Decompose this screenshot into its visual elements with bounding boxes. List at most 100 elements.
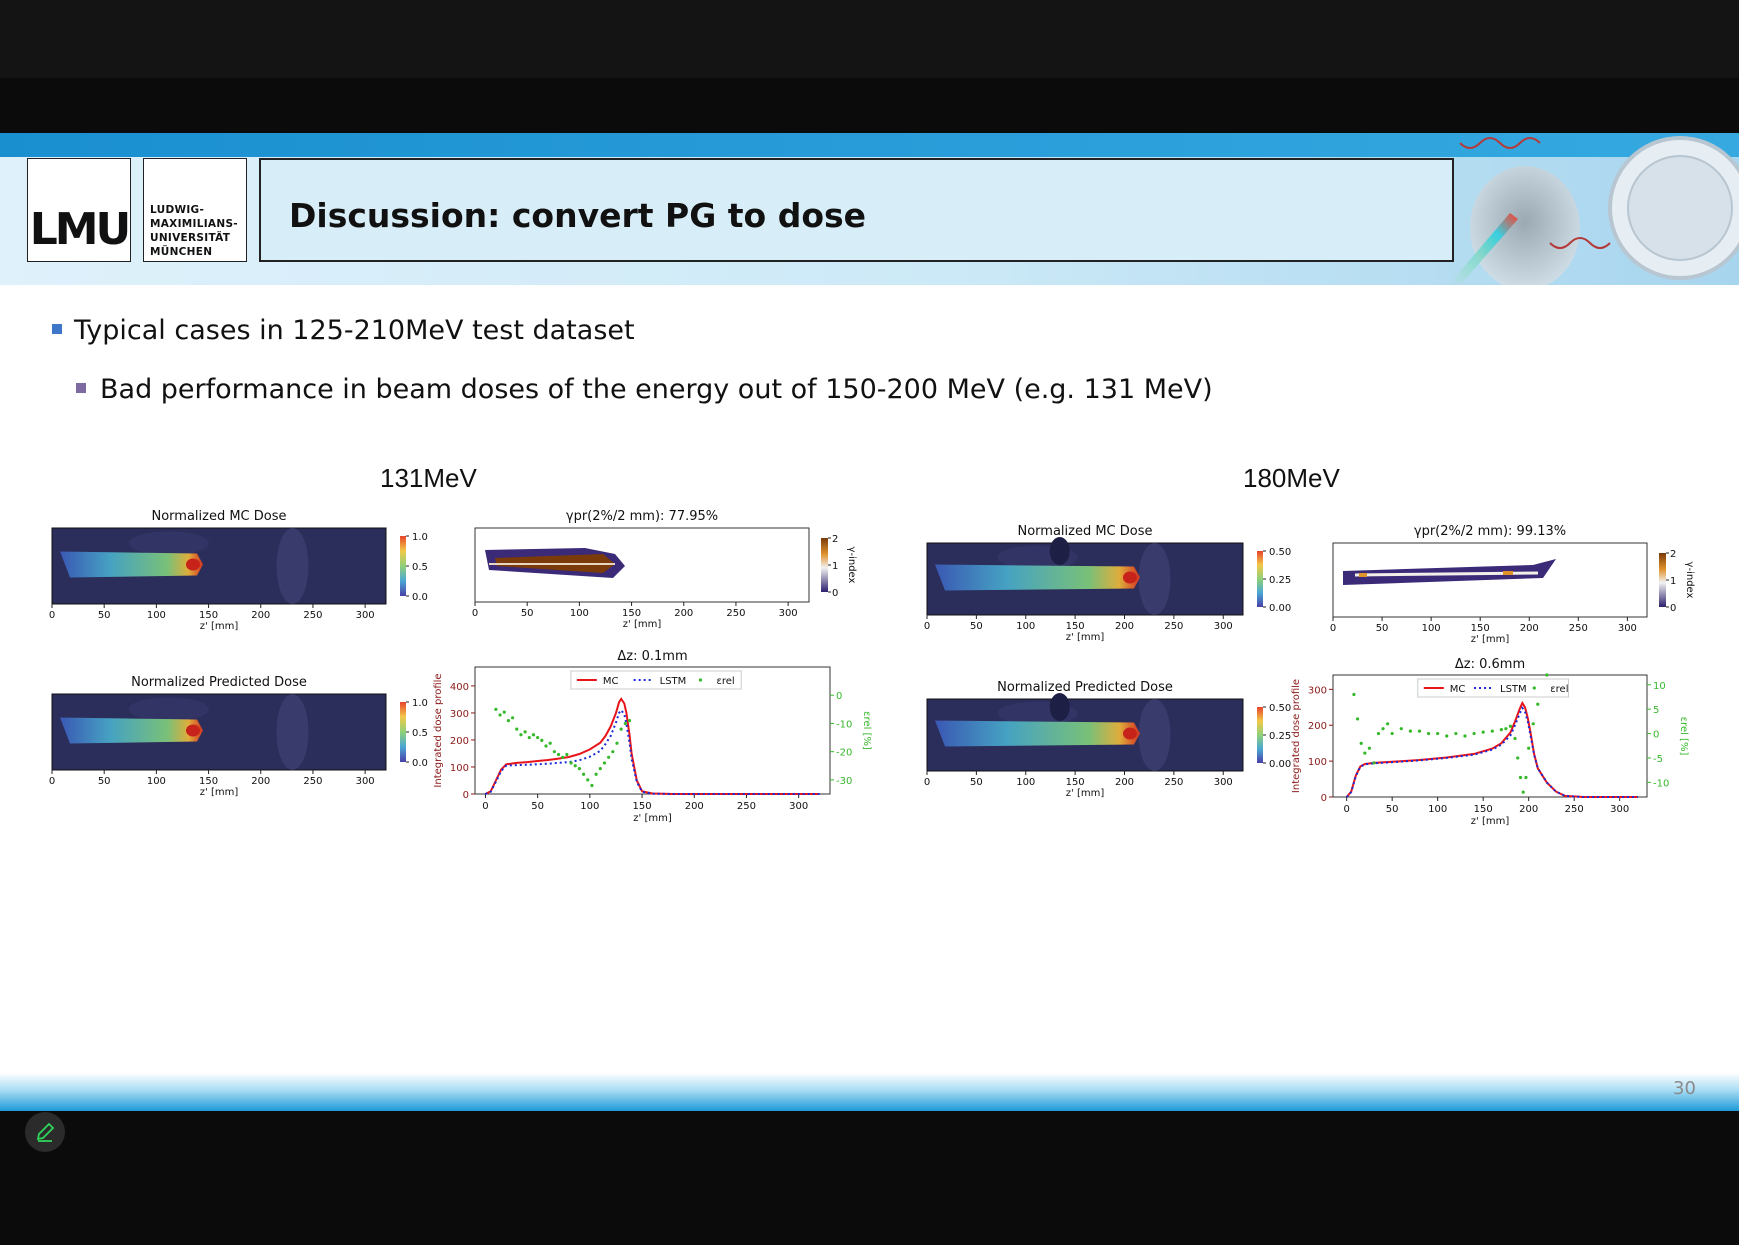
x-tick-label: 0 bbox=[49, 776, 55, 787]
x-tick-label: 0 bbox=[472, 608, 478, 619]
colorbar-tick-label: 1 bbox=[832, 561, 838, 572]
x-tick-label: 300 bbox=[356, 610, 375, 621]
erel-point bbox=[577, 767, 582, 771]
x-tick-label: 250 bbox=[303, 610, 322, 621]
figure-area: Normalized MC Dose0 50 100 150 200 250 300z' [… bbox=[49, 509, 1695, 827]
x-tick-label: 300 bbox=[1214, 621, 1233, 632]
colorbar-tick-label: 0.50 bbox=[1269, 547, 1291, 558]
x-tick-label: 50 bbox=[1376, 623, 1389, 634]
legend-marker bbox=[1532, 686, 1536, 690]
x-tick-label: 100 bbox=[1428, 804, 1447, 815]
colorbar-tick-label: 1.0 bbox=[412, 698, 428, 709]
pencil-icon bbox=[36, 1122, 55, 1142]
colorbar-tick-label: 1.0 bbox=[412, 532, 428, 543]
legend-label: LSTM bbox=[1500, 684, 1527, 695]
erel-point bbox=[1426, 731, 1431, 736]
y2-tick-label: 5 bbox=[1653, 705, 1659, 716]
x-tick-label: 250 bbox=[1164, 621, 1183, 632]
colorbar-tick-label: 2 bbox=[1670, 549, 1676, 560]
colorbar-tick-label: 0.25 bbox=[1269, 731, 1291, 742]
colorbar bbox=[1659, 553, 1666, 607]
colorbar-tick-label: 0.5 bbox=[412, 728, 428, 739]
anatomy-shadow bbox=[1049, 537, 1070, 565]
erel-point bbox=[586, 778, 590, 782]
y2-tick-label: 0 bbox=[1653, 730, 1659, 741]
legend-label: MC bbox=[1450, 684, 1466, 695]
x-tick-label: 150 bbox=[1066, 621, 1085, 632]
x-tick-label: 50 bbox=[521, 608, 534, 619]
x-tick-label: 200 bbox=[1519, 804, 1538, 815]
x-tick-label: 200 bbox=[1520, 623, 1539, 634]
y-tick-label: 100 bbox=[450, 763, 469, 774]
dose-map-title: Normalized Predicted Dose bbox=[997, 680, 1173, 695]
erel-point bbox=[548, 741, 552, 745]
y-tick-label: 200 bbox=[1308, 721, 1327, 732]
x-tick-label: 300 bbox=[1618, 623, 1637, 634]
gamma-hot-spot bbox=[1359, 573, 1367, 577]
anatomy-shadow bbox=[1138, 543, 1171, 615]
legend-label: εrel bbox=[716, 676, 734, 687]
y-tick-label: 400 bbox=[450, 682, 469, 693]
legend-label: MC bbox=[603, 676, 619, 687]
erel-point bbox=[627, 719, 632, 723]
erel-point bbox=[619, 727, 623, 731]
erel-point bbox=[1472, 731, 1476, 736]
dose-beam bbox=[60, 551, 203, 578]
erel-point bbox=[1531, 722, 1535, 726]
x-tick-label: 50 bbox=[531, 801, 544, 812]
erel-point bbox=[510, 716, 515, 720]
x-tick-label: 100 bbox=[570, 608, 589, 619]
erel-point bbox=[519, 733, 523, 737]
pen-tool-button[interactable] bbox=[25, 1112, 65, 1152]
erel-point bbox=[1390, 731, 1394, 736]
x-tick-label: 150 bbox=[199, 776, 218, 787]
x-tick-label: 200 bbox=[1115, 777, 1134, 788]
erel-point bbox=[1536, 702, 1540, 706]
erel-point bbox=[607, 755, 611, 759]
x-tick-label: 200 bbox=[251, 776, 270, 787]
erel-point bbox=[556, 752, 561, 757]
erel-point bbox=[1399, 727, 1403, 731]
y2-tick-label: 0 bbox=[836, 691, 842, 702]
erel-point bbox=[1355, 717, 1360, 721]
y2-axis-label: εrel [%] bbox=[861, 711, 872, 750]
x-tick-label: 0 bbox=[482, 801, 488, 812]
legend-label: LSTM bbox=[660, 676, 687, 687]
erel-point bbox=[523, 730, 527, 734]
bragg-peak bbox=[1123, 727, 1137, 740]
erel-point bbox=[531, 733, 536, 737]
x-tick-label: 200 bbox=[674, 608, 693, 619]
erel-point bbox=[502, 710, 506, 714]
x-tick-label: 250 bbox=[303, 776, 322, 787]
erel-point bbox=[598, 767, 602, 771]
x-axis-label: z' [mm] bbox=[1471, 634, 1510, 645]
anatomy-shadow bbox=[1138, 699, 1171, 771]
y-axis-label: Integrated dose profile bbox=[1291, 679, 1302, 793]
y-tick-label: 300 bbox=[450, 709, 469, 720]
x-axis-label: z' [mm] bbox=[1066, 632, 1105, 643]
colorbar-label: γ-index bbox=[846, 547, 857, 584]
slide: LMU LUDWIG- MAXIMILIANS- UNIVERSITÄT MÜN… bbox=[0, 133, 1739, 1111]
erel-point bbox=[594, 772, 598, 776]
colorbar-tick-label: 2 bbox=[832, 534, 838, 545]
erel-point bbox=[1352, 692, 1356, 697]
x-tick-label: 150 bbox=[622, 608, 641, 619]
x-tick-label: 0 bbox=[924, 777, 930, 788]
legend-marker bbox=[698, 678, 703, 682]
erel-point bbox=[1545, 673, 1549, 677]
x-axis-label: z' [mm] bbox=[633, 813, 672, 824]
erel-point bbox=[1463, 734, 1467, 738]
colorbar bbox=[1257, 707, 1263, 763]
x-tick-label: 100 bbox=[1016, 621, 1035, 632]
anatomy-shadow bbox=[276, 528, 309, 604]
x-tick-label: 0 bbox=[49, 610, 55, 621]
erel-point bbox=[540, 738, 544, 742]
x-tick-label: 300 bbox=[779, 608, 798, 619]
colorbar bbox=[400, 536, 406, 596]
y2-tick-label: -20 bbox=[836, 748, 852, 759]
page-number: 30 bbox=[1673, 1078, 1696, 1099]
erel-point bbox=[1508, 724, 1513, 728]
colorbar bbox=[821, 538, 828, 592]
profile-title: Δz: 0.6mm bbox=[1455, 657, 1525, 672]
colorbar-tick-label: 0.0 bbox=[412, 592, 428, 603]
